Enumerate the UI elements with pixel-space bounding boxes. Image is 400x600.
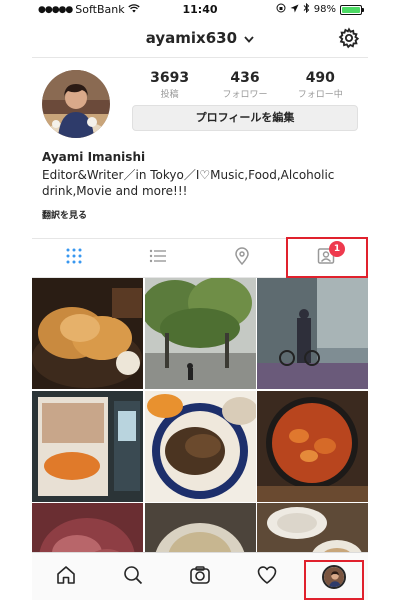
photo-thumbnail[interactable]: [32, 390, 143, 502]
photo-thumbnail[interactable]: [257, 390, 368, 502]
tab-activity[interactable]: [234, 553, 301, 600]
list-icon: [149, 247, 167, 269]
stat-value: 490: [305, 70, 335, 86]
tab-grid[interactable]: [32, 239, 116, 277]
following-count[interactable]: 490 フォロー中: [285, 70, 355, 100]
bio-line: Editor&Writer／in Tokyo／I♡Music,Food,Alco…: [42, 168, 335, 182]
bio-line: drink,Movie and more!!!: [42, 184, 188, 198]
display-name: Ayami Imanishi: [42, 150, 146, 164]
stat-label: フォロワー: [222, 90, 268, 100]
tab-list[interactable]: [116, 239, 200, 277]
home-icon: [55, 564, 77, 590]
profile-stats: 3693 投稿 436 フォロワー 490 フォロー中: [132, 70, 358, 100]
tab-search[interactable]: [99, 553, 166, 600]
battery-percent: 98%: [313, 4, 336, 15]
grid-icon: [65, 247, 83, 269]
photo-thumbnail[interactable]: [32, 278, 143, 389]
bluetooth-icon: [303, 2, 310, 16]
status-bar: ●●●●● SoftBank 11:40 98%: [32, 0, 368, 18]
phone-screen: ●●●●● SoftBank 11:40 98% ayamix630 3693 …: [32, 0, 368, 600]
photo-thumbnail[interactable]: [144, 278, 256, 389]
battery-icon: [340, 4, 364, 15]
profile-nav-bar: ayamix630: [32, 18, 368, 58]
stat-value: 3693: [150, 70, 190, 86]
posts-count[interactable]: 3693 投稿: [135, 70, 205, 100]
stat-label: 投稿: [160, 90, 179, 100]
username-switcher[interactable]: ayamix630: [32, 29, 368, 47]
tab-camera[interactable]: [166, 553, 233, 600]
chevron-down-icon: [244, 33, 254, 46]
edit-profile-button[interactable]: プロフィールを編集: [132, 105, 358, 131]
orientation-lock-icon: [276, 3, 286, 16]
profile-bio: Ayami Imanishi Editor&Writer／in Tokyo／I♡…: [42, 150, 362, 199]
stat-label: フォロー中: [297, 90, 343, 100]
stat-value: 436: [230, 70, 260, 86]
heart-icon: [256, 564, 278, 590]
see-translation-link[interactable]: 翻訳を見る: [42, 208, 87, 221]
gear-icon[interactable]: [338, 27, 360, 49]
highlight-box-profile-tab: [304, 560, 364, 600]
username-title: ayamix630: [145, 29, 238, 47]
search-icon: [122, 564, 144, 590]
location-arrow-icon: [290, 4, 299, 16]
tab-home[interactable]: [32, 553, 99, 600]
followers-count[interactable]: 436 フォロワー: [210, 70, 280, 100]
photo-thumbnail[interactable]: [144, 390, 256, 502]
tab-location[interactable]: [200, 239, 284, 277]
profile-avatar[interactable]: [42, 70, 110, 138]
location-pin-icon: [233, 247, 251, 269]
photo-thumbnail[interactable]: [257, 278, 368, 389]
highlight-box-tagged-tab: [286, 237, 368, 278]
camera-icon: [189, 564, 211, 590]
